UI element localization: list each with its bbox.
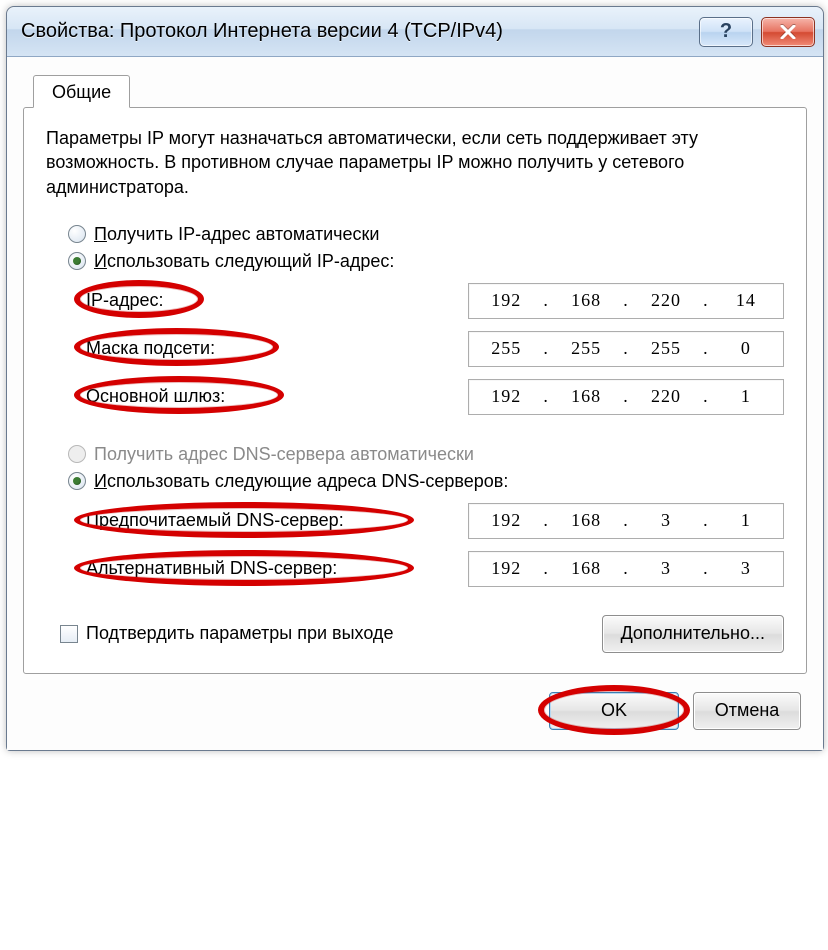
radio-icon: [68, 252, 86, 270]
radio-label: Использовать следующий IP-адрес:: [94, 251, 394, 272]
radio-icon: [68, 472, 86, 490]
default-gateway-label: Основной шлюз:: [86, 386, 458, 407]
description-text: Параметры IP могут назначаться автоматич…: [46, 126, 784, 199]
radio-ip-manual[interactable]: Использовать следующий IP-адрес:: [46, 248, 784, 275]
help-button[interactable]: ?: [699, 17, 753, 47]
radio-ip-auto[interactable]: Получить IP-адрес автоматически: [46, 221, 784, 248]
radio-dns-auto: Получить адрес DNS-сервера автоматически: [46, 441, 784, 468]
preferred-dns-label: Предпочитаемый DNS-сервер:: [86, 510, 458, 531]
radio-label: Использовать следующие адреса DNS-сервер…: [94, 471, 508, 492]
confirm-on-exit-checkbox[interactable]: [60, 625, 78, 643]
ok-button[interactable]: OK: [549, 692, 679, 730]
titlebar[interactable]: Свойства: Протокол Интернета версии 4 (T…: [7, 7, 823, 57]
properties-dialog: Свойства: Протокол Интернета версии 4 (T…: [6, 6, 824, 751]
close-button[interactable]: [761, 17, 815, 47]
window-title: Свойства: Протокол Интернета версии 4 (T…: [21, 20, 691, 43]
default-gateway-input[interactable]: 192.168.220.1: [468, 379, 784, 415]
ip-address-input[interactable]: 192.168.220.14: [468, 283, 784, 319]
advanced-button[interactable]: Дополнительно...: [602, 615, 784, 653]
alternate-dns-label: Альтернативный DNS-сервер:: [86, 558, 458, 579]
subnet-mask-input[interactable]: 255.255.255.0: [468, 331, 784, 367]
confirm-on-exit-label: Подтвердить параметры при выходе: [86, 623, 594, 644]
radio-label: Получить адрес DNS-сервера автоматически: [94, 444, 474, 465]
preferred-dns-input[interactable]: 192.168.3.1: [468, 503, 784, 539]
tab-panel-general: Параметры IP могут назначаться автоматич…: [23, 107, 807, 674]
radio-icon: [68, 225, 86, 243]
ip-address-label: IP-адрес:: [86, 290, 458, 311]
radio-label: Получить IP-адрес автоматически: [94, 224, 380, 245]
subnet-mask-label: Маска подсети:: [86, 338, 458, 359]
close-icon: [780, 25, 796, 39]
radio-dns-manual[interactable]: Использовать следующие адреса DNS-сервер…: [46, 468, 784, 495]
radio-icon: [68, 445, 86, 463]
cancel-button[interactable]: Отмена: [693, 692, 801, 730]
alternate-dns-input[interactable]: 192.168.3.3: [468, 551, 784, 587]
tab-general[interactable]: Общие: [33, 75, 130, 108]
